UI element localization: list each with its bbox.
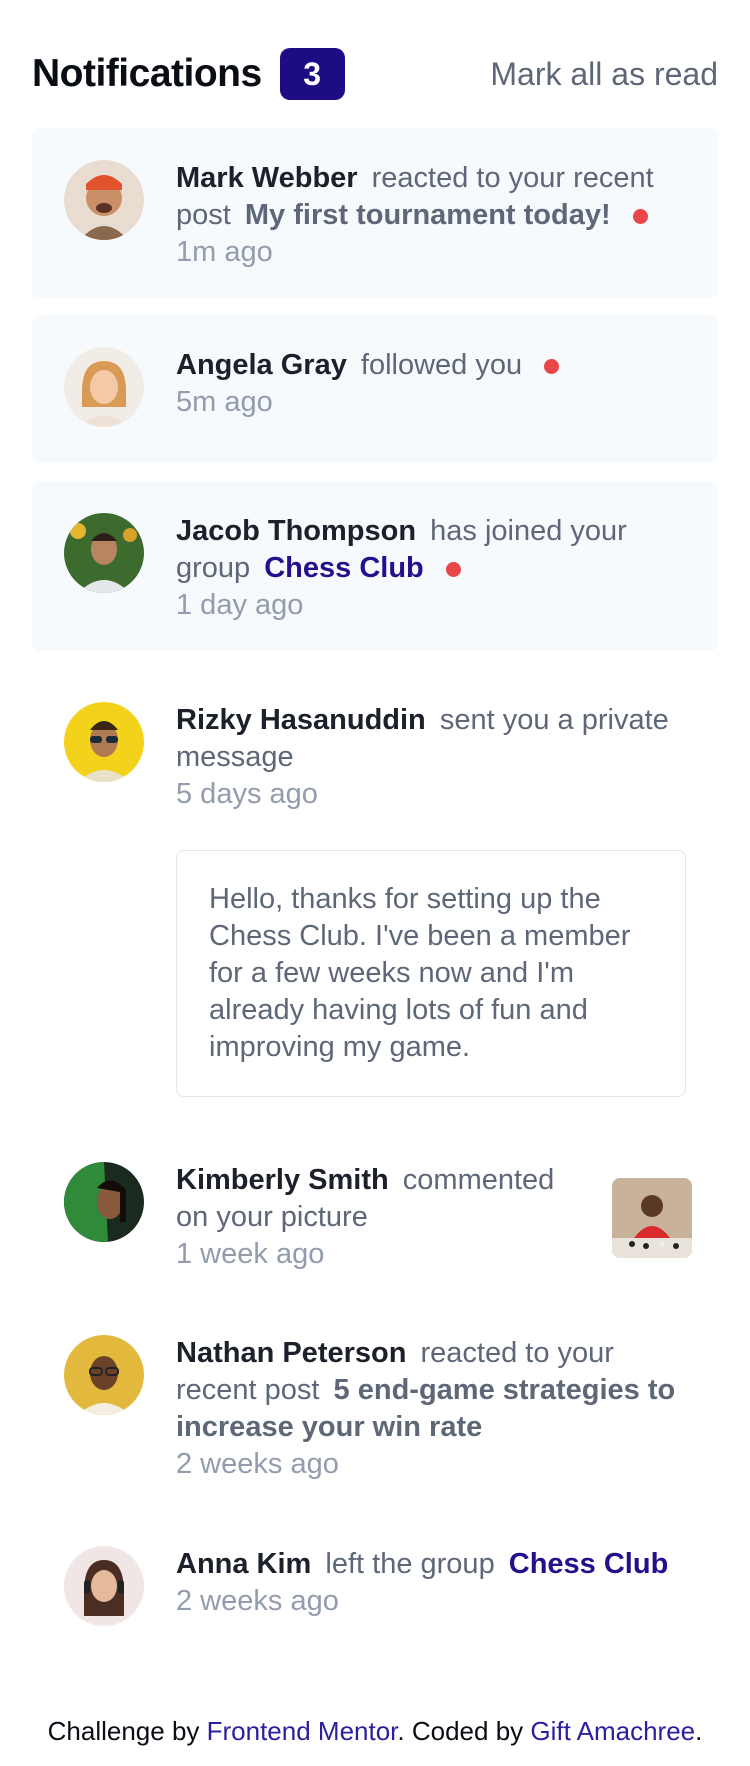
- message-text: Hello, thanks for setting up the Chess C…: [209, 883, 631, 1063]
- timestamp: 5 days ago: [176, 778, 318, 810]
- attribution-footer: Challenge by Frontend Mentor. Coded by G…: [0, 1716, 750, 1747]
- action-text: left the group: [325, 1548, 495, 1580]
- footer-middle: . Coded by: [397, 1716, 531, 1746]
- timestamp: 2 weeks ago: [176, 1585, 339, 1617]
- unread-dot: [544, 358, 560, 374]
- notification-item[interactable]: Anna Kim left the group Chess Club 2 wee…: [32, 1514, 718, 1664]
- notification-text: Nathan Peterson reacted to your recent p…: [176, 1335, 686, 1483]
- notification-text: Angela Gray followed you 5m ago: [176, 347, 686, 421]
- unread-dot: [632, 208, 648, 224]
- user-name[interactable]: Anna Kim: [176, 1548, 311, 1580]
- unread-count-badge: 3: [279, 48, 345, 100]
- user-name[interactable]: Kimberly Smith: [176, 1164, 389, 1196]
- footer-suffix: .: [695, 1716, 703, 1746]
- notification-item[interactable]: Angela Gray followed you 5m ago: [32, 315, 718, 463]
- notification-item[interactable]: Jacob Thompson has joined your group Che…: [32, 481, 718, 651]
- timestamp: 1m ago: [176, 236, 273, 268]
- notification-text: Jacob Thompson has joined your group Che…: [176, 513, 686, 624]
- private-message-preview[interactable]: Hello, thanks for setting up the Chess C…: [176, 850, 686, 1097]
- notification-text: Rizky Hasanuddin sent you a private mess…: [176, 702, 686, 813]
- action-text: followed you: [360, 349, 523, 381]
- user-name[interactable]: Angela Gray: [176, 349, 347, 381]
- commented-picture-thumbnail[interactable]: [612, 1178, 692, 1258]
- group-link[interactable]: Chess Club: [509, 1548, 669, 1580]
- title-group: Notifications 3: [32, 48, 345, 100]
- notification-text: Anna Kim left the group Chess Club 2 wee…: [176, 1546, 686, 1620]
- post-link[interactable]: My first tournament today!: [245, 199, 611, 231]
- timestamp: 1 day ago: [176, 589, 304, 621]
- author-link[interactable]: Gift Amachree: [530, 1716, 695, 1746]
- avatar[interactable]: [64, 347, 144, 427]
- user-name[interactable]: Rizky Hasanuddin: [176, 704, 426, 736]
- notification-text: Kimberly Smith commented on your picture…: [176, 1162, 586, 1273]
- group-link[interactable]: Chess Club: [264, 552, 424, 584]
- timestamp: 1 week ago: [176, 1238, 325, 1270]
- notification-item[interactable]: Rizky Hasanuddin sent you a private mess…: [32, 670, 718, 1100]
- notification-text: Mark Webber reacted to your recent post …: [176, 160, 686, 271]
- page-title: Notifications: [32, 52, 262, 95]
- user-name[interactable]: Mark Webber: [176, 162, 358, 194]
- notification-item[interactable]: Nathan Peterson reacted to your recent p…: [32, 1303, 718, 1483]
- footer-prefix: Challenge by: [47, 1716, 207, 1746]
- avatar[interactable]: [64, 702, 144, 782]
- avatar[interactable]: [64, 1546, 144, 1626]
- avatar[interactable]: [64, 1162, 144, 1242]
- notification-item[interactable]: Mark Webber reacted to your recent post …: [32, 128, 718, 298]
- frontend-mentor-link[interactable]: Frontend Mentor: [207, 1716, 398, 1746]
- notification-item[interactable]: Kimberly Smith commented on your picture…: [32, 1130, 718, 1280]
- unread-dot: [445, 561, 461, 577]
- timestamp: 5m ago: [176, 386, 273, 418]
- user-name[interactable]: Jacob Thompson: [176, 515, 416, 547]
- mark-all-read-button[interactable]: Mark all as read: [490, 56, 718, 93]
- avatar[interactable]: [64, 1335, 144, 1415]
- avatar[interactable]: [64, 160, 144, 240]
- avatar[interactable]: [64, 513, 144, 593]
- header: Notifications 3 Mark all as read: [32, 46, 718, 102]
- timestamp: 2 weeks ago: [176, 1448, 339, 1480]
- user-name[interactable]: Nathan Peterson: [176, 1337, 406, 1369]
